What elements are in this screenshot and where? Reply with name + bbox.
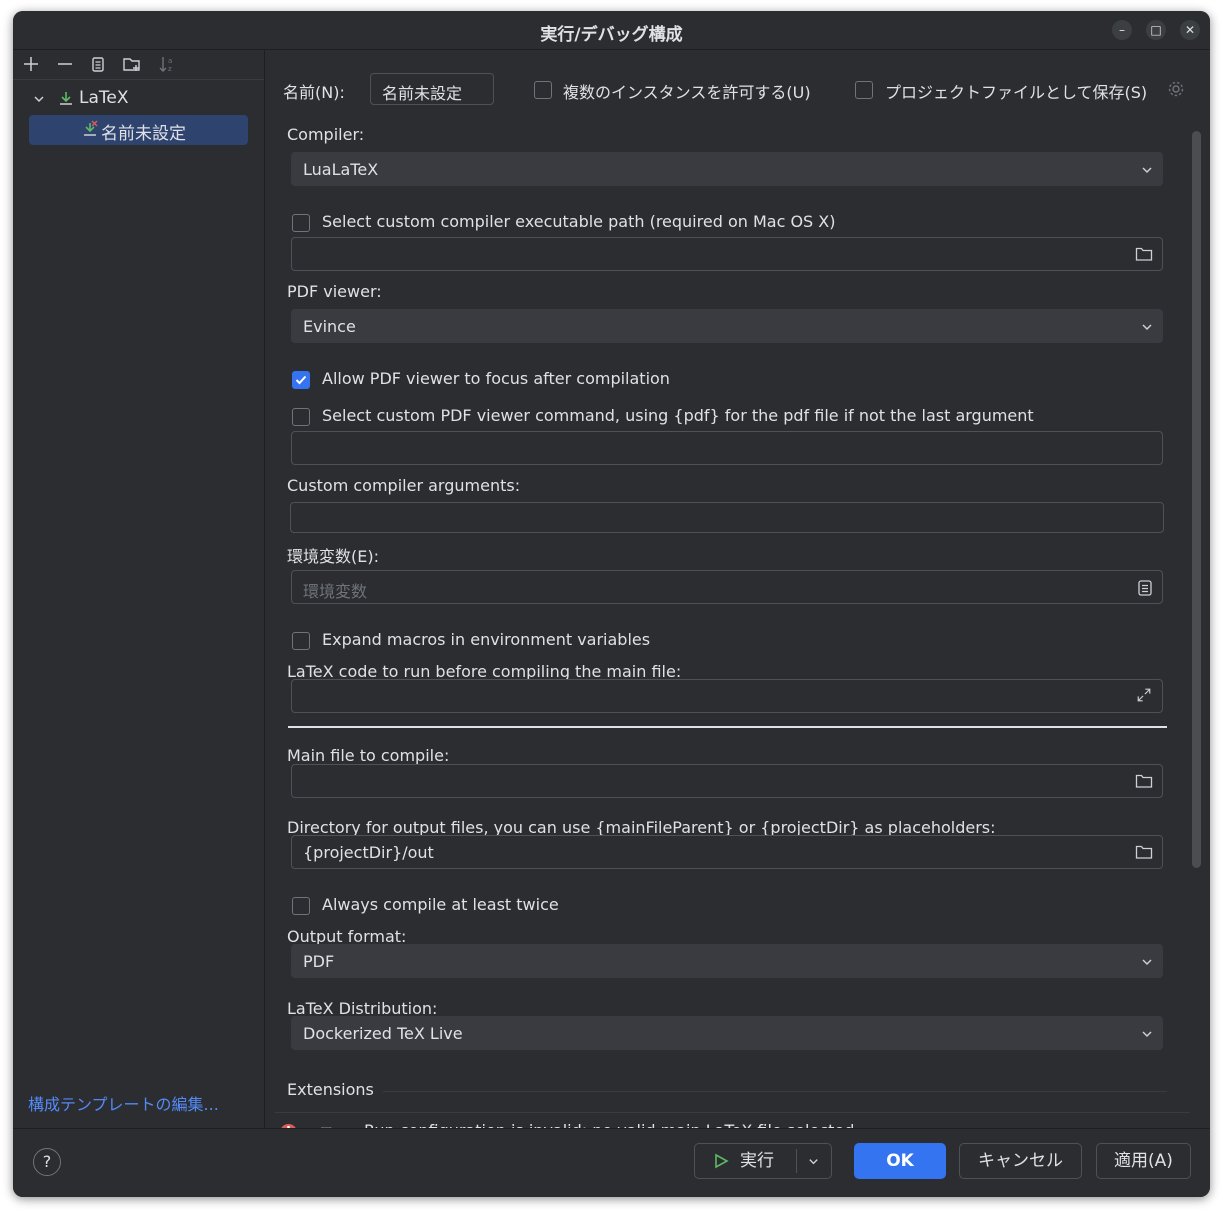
window-title: 実行/デバッグ構成 xyxy=(540,25,683,45)
chevron-down-icon[interactable] xyxy=(33,93,45,105)
run-label: 実行 xyxy=(740,1151,774,1171)
output-dir-input[interactable]: {projectDir}/out xyxy=(291,835,1163,869)
run-button[interactable]: 実行 xyxy=(694,1143,832,1179)
chevron-down-icon[interactable] xyxy=(807,1155,820,1168)
sort-icon[interactable]: az xyxy=(157,54,177,74)
config-panel: 名前(N): 名前未設定 複数のインスタンスを許可する(U) プロジェクトファイ… xyxy=(265,50,1210,1144)
add-icon[interactable] xyxy=(21,54,41,74)
custom-viewer-cmd-input[interactable] xyxy=(291,431,1163,465)
scrollbar[interactable] xyxy=(1192,131,1201,868)
sidebar: az LaTeX 名前未設定 構成テンプレートの編集... xyxy=(13,50,265,1129)
checkmark-icon xyxy=(295,375,307,385)
svg-text:a: a xyxy=(168,57,172,65)
maximize-icon[interactable]: □ xyxy=(1146,20,1166,40)
allow-multiple-label: 複数のインスタンスを許可する(U) xyxy=(563,83,811,102)
main-file-input[interactable] xyxy=(291,764,1163,798)
apply-button[interactable]: 適用(A) xyxy=(1096,1143,1191,1179)
help-button[interactable]: ? xyxy=(33,1148,61,1176)
latex-config-error-icon xyxy=(84,120,98,136)
title-bar: 実行/デバッグ構成 – □ ✕ xyxy=(13,11,1210,50)
name-input-value: 名前未設定 xyxy=(382,84,463,103)
custom-compiler-path-checkbox[interactable] xyxy=(292,214,310,232)
env-input[interactable]: 環境変数 xyxy=(291,570,1163,604)
output-dir-value: {projectDir}/out xyxy=(303,843,434,862)
dialog-footer: ? 実行 OK キャンセル 適用(A) xyxy=(13,1128,1210,1197)
tree-group-latex[interactable]: LaTeX xyxy=(13,88,264,110)
chevron-down-icon xyxy=(1142,324,1152,331)
copy-icon[interactable] xyxy=(88,54,108,74)
run-icon xyxy=(715,1153,729,1169)
latex-config-icon xyxy=(60,92,72,105)
compiler-value: LuaLaTeX xyxy=(303,160,379,179)
env-placeholder: 環境変数 xyxy=(303,582,368,601)
chevron-down-icon xyxy=(1142,1031,1152,1038)
latex-code-input[interactable] xyxy=(291,679,1163,713)
custom-args-input[interactable] xyxy=(290,502,1164,533)
edit-templates-link[interactable]: 構成テンプレートの編集... xyxy=(28,1091,219,1115)
folder-icon[interactable] xyxy=(1135,246,1153,262)
extensions-label: Extensions xyxy=(287,1080,374,1099)
allow-focus-checkbox[interactable] xyxy=(292,371,310,389)
distribution-value: Dockerized TeX Live xyxy=(303,1024,463,1043)
gear-icon[interactable] xyxy=(1167,80,1185,98)
pdf-viewer-select[interactable]: Evince xyxy=(291,309,1163,343)
custom-viewer-cmd-checkbox[interactable] xyxy=(292,408,310,426)
expand-macros-label: Expand macros in environment variables xyxy=(322,630,651,649)
folder-icon[interactable] xyxy=(1135,773,1153,789)
allow-multiple-checkbox[interactable] xyxy=(534,81,552,99)
run-debug-configurations-dialog: 実行/デバッグ構成 – □ ✕ az LaTeX 名前未設定 構成テンプレートの… xyxy=(13,11,1210,1197)
tree-item-unnamed[interactable]: 名前未設定 xyxy=(29,115,248,145)
compiler-label: Compiler: xyxy=(287,125,365,144)
ok-button[interactable]: OK xyxy=(854,1143,946,1179)
expand-macros-checkbox[interactable] xyxy=(292,632,310,650)
compiler-path-input[interactable] xyxy=(291,237,1163,271)
pdf-viewer-label: PDF viewer: xyxy=(287,282,382,301)
cancel-button[interactable]: キャンセル xyxy=(959,1143,1082,1179)
chevron-down-icon xyxy=(1142,167,1152,174)
store-project-file-label: プロジェクトファイルとして保存(S) xyxy=(885,83,1148,102)
custom-args-label: Custom compiler arguments: xyxy=(287,476,521,495)
custom-compiler-path-label: Select custom compiler executable path (… xyxy=(322,212,836,231)
expand-icon[interactable] xyxy=(1135,687,1153,703)
compile-twice-checkbox[interactable] xyxy=(292,897,310,915)
folder-icon[interactable] xyxy=(1135,844,1153,860)
pdf-viewer-value: Evince xyxy=(303,317,356,336)
output-format-value: PDF xyxy=(303,952,335,971)
name-input[interactable]: 名前未設定 xyxy=(370,73,494,105)
compiler-select[interactable]: LuaLaTeX xyxy=(291,152,1163,186)
allow-focus-label: Allow PDF viewer to focus after compilat… xyxy=(322,369,670,388)
name-label: 名前(N): xyxy=(283,83,345,102)
error-divider xyxy=(275,1112,1190,1113)
run-split-divider xyxy=(796,1149,797,1173)
remove-icon[interactable] xyxy=(55,54,75,74)
close-icon[interactable]: ✕ xyxy=(1180,20,1200,40)
store-project-file-checkbox[interactable] xyxy=(855,81,873,99)
distribution-select[interactable]: Dockerized TeX Live xyxy=(291,1016,1163,1050)
output-format-select[interactable]: PDF xyxy=(291,944,1163,978)
tree-item-label: 名前未設定 xyxy=(101,124,186,144)
main-file-label: Main file to compile: xyxy=(287,746,450,765)
env-label: 環境変数(E): xyxy=(287,547,379,566)
edit-list-icon[interactable] xyxy=(1137,579,1153,597)
svg-text:z: z xyxy=(168,65,172,73)
compile-twice-label: Always compile at least twice xyxy=(322,895,559,914)
extensions-divider xyxy=(383,1091,1167,1092)
sidebar-toolbar: az xyxy=(13,50,264,80)
minimize-icon[interactable]: – xyxy=(1112,20,1132,40)
tree-group-label: LaTeX xyxy=(79,88,129,108)
custom-viewer-cmd-label: Select custom PDF viewer command, using … xyxy=(322,406,1034,425)
section-divider xyxy=(288,726,1167,728)
new-folder-icon[interactable] xyxy=(122,54,142,74)
chevron-down-icon xyxy=(1142,959,1152,966)
